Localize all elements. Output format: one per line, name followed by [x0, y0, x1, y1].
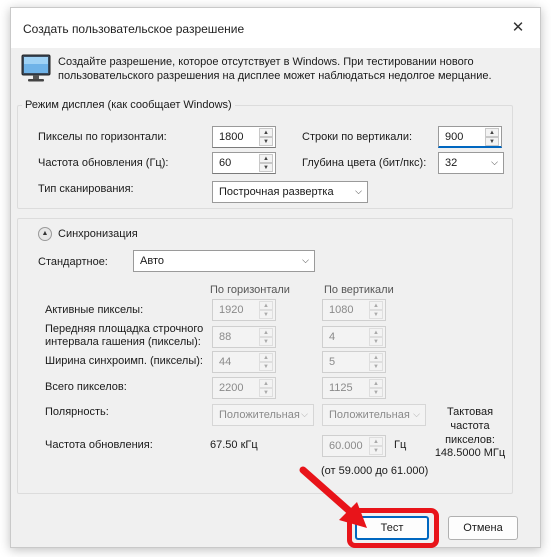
- polarity-label: Полярность:: [45, 406, 109, 418]
- active-pixels-label: Активные пикселы:: [45, 304, 144, 316]
- decrement-icon[interactable]: ▼: [369, 446, 383, 455]
- polarity-v-value: Положительная: [329, 409, 410, 421]
- increment-icon[interactable]: ▲: [259, 328, 273, 337]
- increment-icon[interactable]: ▲: [369, 437, 383, 446]
- polarity-v-select[interactable]: Положительная ⌵: [322, 404, 426, 426]
- standard-label: Стандартное:: [38, 256, 108, 268]
- scan-type-value: Построчная развертка: [219, 186, 334, 198]
- total-pixels-v-value: 1125: [329, 382, 353, 394]
- decrement-icon[interactable]: ▼: [259, 337, 273, 346]
- collapse-icon[interactable]: ▲: [38, 227, 52, 241]
- sync-refresh-label: Частота обновления:: [45, 439, 153, 451]
- refresh-rate-value: 60: [219, 157, 232, 169]
- sync-refresh-unit: Гц: [394, 439, 407, 451]
- h-pixels-value: 1800: [219, 131, 244, 143]
- front-porch-label: Передняя площадка строчного интервала га…: [45, 323, 204, 348]
- col-vertical-header: По вертикали: [324, 284, 394, 296]
- active-pixels-v-value: 1080: [329, 304, 354, 316]
- window-title: Создать пользовательское разрешение: [23, 22, 245, 36]
- front-porch-h-value: 88: [219, 331, 232, 343]
- h-pixels-label: Пикселы по горизонтали:: [38, 131, 167, 143]
- v-lines-label: Строки по вертикали:: [302, 131, 413, 143]
- decrement-icon[interactable]: ▼: [369, 362, 383, 371]
- chevron-down-icon: ⌵: [491, 157, 498, 167]
- decrement-icon[interactable]: ▼: [259, 163, 273, 172]
- front-porch-v-value: 4: [329, 331, 336, 343]
- active-pixels-h-stepper[interactable]: 1920 ▲ ▼: [212, 299, 276, 321]
- total-pixels-label: Всего пикселов:: [45, 381, 127, 393]
- sync-width-v-value: 5: [329, 356, 336, 368]
- increment-icon[interactable]: ▲: [369, 301, 383, 310]
- v-lines-stepper[interactable]: 900 ▲ ▼: [438, 126, 502, 148]
- decrement-icon[interactable]: ▼: [369, 310, 383, 319]
- increment-icon[interactable]: ▲: [259, 379, 273, 388]
- chevron-down-icon: ⌵: [413, 409, 420, 419]
- monitor-icon: [21, 54, 51, 82]
- sync-refresh-v-stepper[interactable]: 60.000 ▲ ▼: [322, 435, 386, 457]
- refresh-rate-stepper[interactable]: 60 ▲ ▼: [212, 152, 276, 174]
- color-depth-select[interactable]: 32 ⌵: [438, 152, 504, 174]
- increment-icon[interactable]: ▲: [485, 128, 499, 137]
- chevron-down-icon: ⌵: [301, 409, 308, 419]
- polarity-h-value: Положительная: [219, 409, 300, 421]
- chevron-down-icon: ⌵: [355, 186, 362, 196]
- decrement-icon[interactable]: ▼: [259, 310, 273, 319]
- close-icon[interactable]: ✕: [510, 20, 526, 36]
- increment-icon[interactable]: ▲: [369, 379, 383, 388]
- h-pixels-stepper[interactable]: 1800 ▲ ▼: [212, 126, 276, 148]
- v-lines-value: 900: [445, 131, 464, 143]
- sync-refresh-h-value: 67.50 кГц: [210, 439, 258, 451]
- sync-width-label: Ширина синхроимп. (пикселы):: [45, 355, 203, 367]
- active-pixels-v-stepper[interactable]: 1080 ▲ ▼: [322, 299, 386, 321]
- intro-text: Создайте разрешение, которое отсутствует…: [58, 56, 492, 82]
- front-porch-h-stepper[interactable]: 88 ▲ ▼: [212, 326, 276, 348]
- title-bar: Создать пользовательское разрешение ✕: [11, 8, 540, 48]
- decrement-icon[interactable]: ▼: [259, 388, 273, 397]
- decrement-icon[interactable]: ▼: [259, 362, 273, 371]
- standard-select[interactable]: Авто ⌵: [133, 250, 315, 272]
- standard-value: Авто: [140, 255, 164, 267]
- decrement-icon[interactable]: ▼: [369, 337, 383, 346]
- display-mode-legend: Режим дисплея (как сообщает Windows): [25, 99, 232, 111]
- chevron-down-icon: ⌵: [302, 255, 309, 265]
- increment-icon[interactable]: ▲: [259, 301, 273, 310]
- scan-type-select[interactable]: Построчная развертка ⌵: [212, 181, 368, 203]
- increment-icon[interactable]: ▲: [369, 353, 383, 362]
- sync-width-v-stepper[interactable]: 5 ▲ ▼: [322, 351, 386, 373]
- color-depth-label: Глубина цвета (бит/пкс):: [302, 157, 427, 169]
- pixel-clock-value: 148.5000 МГц: [434, 447, 506, 459]
- refresh-rate-label: Частота обновления (Гц):: [38, 157, 169, 169]
- total-pixels-v-stepper[interactable]: 1125 ▲ ▼: [322, 377, 386, 399]
- sync-width-h-value: 44: [219, 356, 232, 368]
- increment-icon[interactable]: ▲: [259, 128, 273, 137]
- total-pixels-h-value: 2200: [219, 382, 244, 394]
- sync-refresh-v-value: 60.000: [329, 440, 363, 452]
- active-pixels-h-value: 1920: [219, 304, 244, 316]
- polarity-h-select[interactable]: Положительная ⌵: [212, 404, 314, 426]
- increment-icon[interactable]: ▲: [259, 353, 273, 362]
- decrement-icon[interactable]: ▼: [485, 137, 499, 146]
- total-pixels-h-stepper[interactable]: 2200 ▲ ▼: [212, 377, 276, 399]
- decrement-icon[interactable]: ▼: [259, 137, 273, 146]
- cancel-button[interactable]: Отмена: [448, 516, 518, 540]
- col-horizontal-header: По горизонтали: [210, 284, 290, 296]
- pointer-arrow-icon: [299, 466, 367, 528]
- increment-icon[interactable]: ▲: [259, 154, 273, 163]
- increment-icon[interactable]: ▲: [369, 328, 383, 337]
- sync-title: Синхронизация: [58, 228, 138, 240]
- decrement-icon[interactable]: ▼: [369, 388, 383, 397]
- scan-type-label: Тип сканирования:: [38, 183, 134, 195]
- pixel-clock-label: Тактовая частота пикселов:: [445, 406, 495, 446]
- sync-width-h-stepper[interactable]: 44 ▲ ▼: [212, 351, 276, 373]
- front-porch-v-stepper[interactable]: 4 ▲ ▼: [322, 326, 386, 348]
- color-depth-value: 32: [445, 157, 458, 169]
